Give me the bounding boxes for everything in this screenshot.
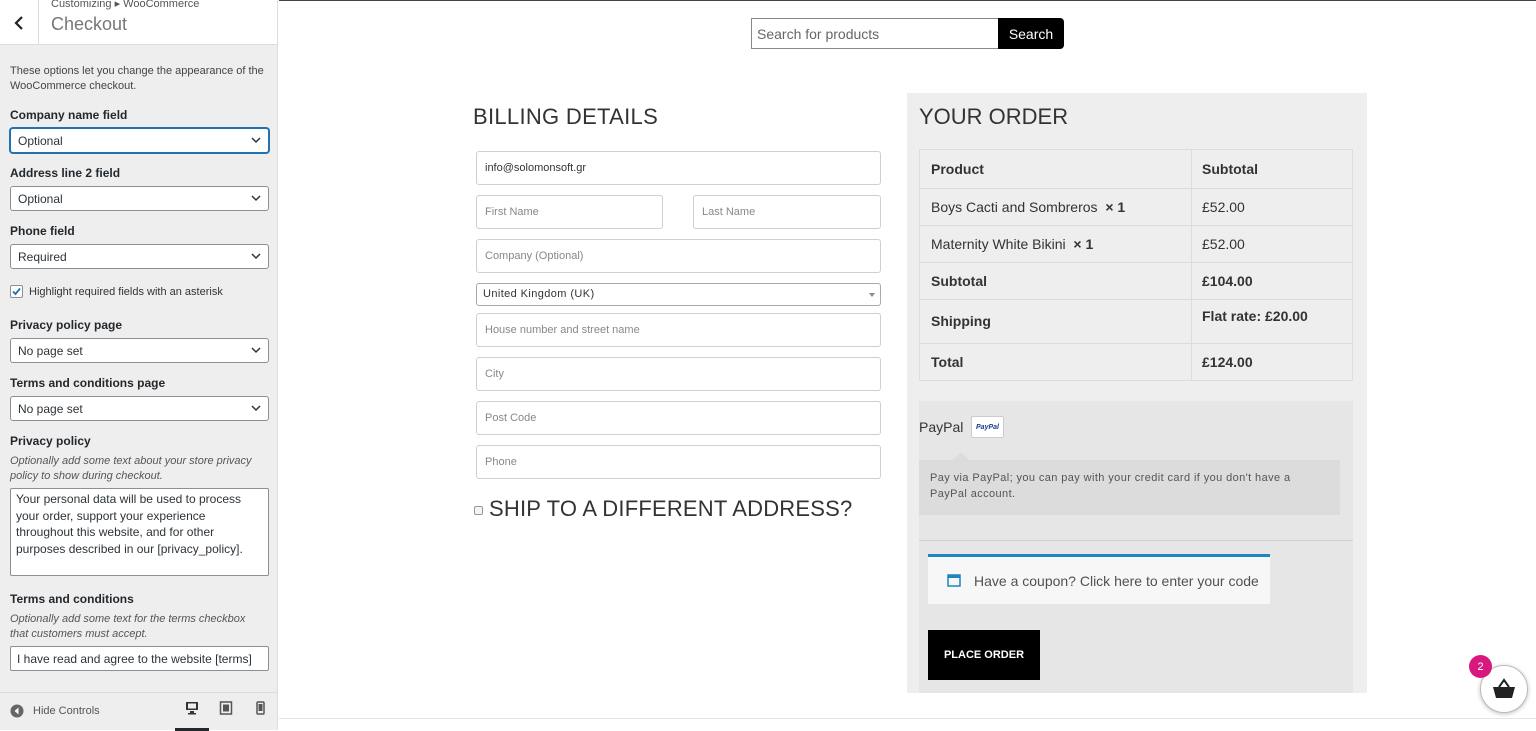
paypal-description: Pay via PayPal; you can pay with your cr… <box>919 452 1340 515</box>
total-label: Total <box>931 354 964 370</box>
cart-count-badge: 2 <box>1469 655 1492 678</box>
table-row: Boys Cacti and Sombreros × 1 £52.00 <box>920 188 1352 225</box>
company-field-select[interactable]: Optional <box>10 128 269 153</box>
address2-field-select[interactable]: Optional <box>10 186 269 211</box>
phone-field[interactable]: Phone <box>476 445 881 479</box>
hide-controls-button[interactable]: Hide Controls <box>10 704 100 718</box>
subtotal-value: £104.00 <box>1202 273 1253 289</box>
highlight-required-label: Highlight required fields with an asteri… <box>29 285 223 298</box>
chevron-down-icon <box>251 137 261 144</box>
product-search-input[interactable]: Search for products <box>751 18 999 49</box>
first-name-field[interactable]: First Name <box>476 195 663 229</box>
product-column-header: Product <box>931 161 984 177</box>
order-review-panel: YOUR ORDER Product Subtotal Boys Cacti a… <box>907 93 1367 693</box>
privacy-policy-label: Privacy policy <box>10 434 91 448</box>
address2-field-label: Address line 2 field <box>10 166 121 180</box>
order-heading: YOUR ORDER <box>919 104 1069 129</box>
basket-icon <box>1493 678 1515 698</box>
payment-section: PayPal PayPal Pay via PayPal; you can pa… <box>919 401 1353 693</box>
coupon-link[interactable]: Have a coupon? Click here to enter your … <box>974 573 1259 589</box>
country-select[interactable]: United Kingdom (UK) <box>476 283 881 306</box>
last-name-field[interactable]: Last Name <box>693 195 881 229</box>
company-field-label: Company name field <box>10 108 128 122</box>
item-name: Maternity White Bikini <box>931 236 1066 252</box>
search-button[interactable]: Search <box>998 18 1064 49</box>
paypal-logo: PayPal <box>971 416 1004 438</box>
phone-field-select[interactable]: Required <box>10 244 269 269</box>
city-field[interactable]: City <box>476 357 881 391</box>
highlight-required-option: Highlight required fields with an asteri… <box>10 285 223 298</box>
terms-label: Terms and conditions <box>10 592 134 606</box>
site-preview: Search for products Search BILLING DETAI… <box>279 0 1536 730</box>
customizer-footer: Hide Controls <box>0 692 277 731</box>
shipping-label: Shipping <box>931 313 991 329</box>
terms-page-select[interactable]: No page set <box>10 396 269 421</box>
customizer-sidebar: Customizing ▸ WooCommerce Checkout These… <box>0 0 278 731</box>
ship-different-label[interactable]: SHIP TO A DIFFERENT ADDRESS? <box>489 496 852 522</box>
customizer-header: Customizing ▸ WooCommerce Checkout <box>0 0 277 45</box>
privacy-policy-textarea[interactable]: Your personal data will be used to proce… <box>10 488 269 576</box>
table-row: Maternity White Bikini × 1 £52.00 <box>920 225 1352 262</box>
mobile-preview-button[interactable] <box>243 701 277 731</box>
tablet-preview-button[interactable] <box>209 701 243 731</box>
address-field[interactable]: House number and street name <box>476 313 881 347</box>
item-name: Boys Cacti and Sombreros <box>931 199 1098 215</box>
subtotal-row: Subtotal £104.00 <box>920 262 1352 299</box>
divider <box>919 540 1353 541</box>
divider <box>279 718 1536 719</box>
item-qty: × 1 <box>1105 199 1126 215</box>
total-row: Total £124.00 <box>920 343 1352 380</box>
terms-input[interactable]: I have read and agree to the website [te… <box>10 646 269 671</box>
billing-heading: BILLING DETAILS <box>473 104 659 129</box>
phone-field-value: Required <box>18 250 67 264</box>
checkmark-icon <box>12 287 21 296</box>
privacy-page-select[interactable]: No page set <box>10 338 269 363</box>
dropdown-arrow-icon <box>869 293 875 297</box>
terms-help: Optionally add some text for the terms c… <box>10 613 246 640</box>
window-icon <box>947 574 961 587</box>
chevron-down-icon <box>251 347 261 354</box>
panel-title: Checkout <box>51 14 128 34</box>
privacy-page-value: No page set <box>18 344 83 358</box>
panel-description: These options let you change the appeara… <box>10 65 264 92</box>
shipping-row: Shipping Flat rate: £20.00 <box>920 299 1352 343</box>
desktop-preview-button[interactable] <box>175 701 209 731</box>
place-order-button[interactable]: PLACE ORDER <box>928 630 1040 680</box>
ship-different-checkbox[interactable] <box>474 506 483 515</box>
mobile-icon <box>256 701 265 715</box>
total-value: £124.00 <box>1202 354 1253 370</box>
privacy-policy-help: Optionally add some text about your stor… <box>10 455 252 482</box>
tablet-icon <box>219 701 233 715</box>
back-button[interactable] <box>0 0 39 45</box>
item-price: £52.00 <box>1202 236 1245 252</box>
terms-page-value: No page set <box>18 402 83 416</box>
desktop-icon <box>186 702 198 715</box>
chevron-left-icon <box>14 15 23 30</box>
chevron-down-icon <box>251 405 261 412</box>
paypal-method-label[interactable]: PayPal <box>919 419 963 435</box>
email-field[interactable]: info@solomonsoft.gr <box>476 151 881 185</box>
breadcrumb: Customizing ▸ WooCommerce <box>51 0 200 10</box>
item-qty: × 1 <box>1073 236 1094 252</box>
collapse-arrow-icon <box>10 704 24 718</box>
subtotal-label: Subtotal <box>931 273 987 289</box>
hide-controls-label: Hide Controls <box>33 705 100 717</box>
table-header-row: Product Subtotal <box>920 150 1352 188</box>
chevron-down-icon <box>251 253 261 260</box>
chevron-down-icon <box>251 195 261 202</box>
shipping-value: Flat rate: £20.00 <box>1202 308 1308 324</box>
address2-field-value: Optional <box>18 192 63 206</box>
terms-page-label: Terms and conditions page <box>10 376 166 390</box>
postcode-field[interactable]: Post Code <box>476 401 881 435</box>
company-field-value: Optional <box>18 134 63 148</box>
company-field[interactable]: Company (Optional) <box>476 239 881 273</box>
phone-field-label: Phone field <box>10 224 75 238</box>
privacy-page-label: Privacy policy page <box>10 318 123 332</box>
item-price: £52.00 <box>1202 199 1245 215</box>
highlight-required-checkbox[interactable] <box>10 285 23 298</box>
coupon-notice[interactable]: Have a coupon? Click here to enter your … <box>928 554 1270 604</box>
country-value: United Kingdom (UK) <box>483 288 595 300</box>
subtotal-column-header: Subtotal <box>1202 161 1258 177</box>
order-table: Product Subtotal Boys Cacti and Sombrero… <box>919 149 1353 381</box>
